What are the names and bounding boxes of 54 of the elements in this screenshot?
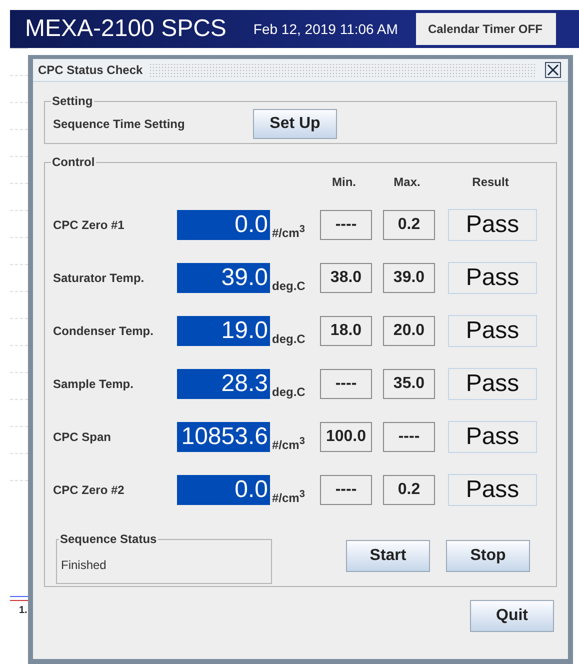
value-display: 0.0	[177, 475, 270, 505]
axis-label: 1.	[19, 605, 28, 616]
result-display: Pass	[448, 315, 537, 347]
value-display: 0.0	[177, 210, 270, 240]
group-legend: Setting	[51, 94, 94, 108]
value-display: 19.0	[177, 316, 270, 346]
column-header: Min.	[331, 175, 357, 189]
parameter-label: CPC Zero #1	[53, 218, 126, 232]
parameter-label: CPC Zero #2	[53, 483, 126, 497]
parameter-label: Sample Temp.	[53, 377, 134, 391]
value-display: 39.0	[177, 263, 270, 293]
unit-label: deg.C	[271, 332, 306, 346]
close-icon[interactable]	[545, 62, 561, 78]
unit-label: deg.C	[271, 385, 306, 399]
min-value: 18.0	[320, 316, 372, 346]
min-value: 100.0	[320, 422, 372, 452]
dialog-title: CPC Status Check	[38, 63, 143, 77]
unit-label: deg.C	[271, 279, 306, 293]
max-value: 20.0	[383, 316, 435, 346]
result-display: Pass	[448, 368, 537, 400]
start-button[interactable]: Start	[346, 540, 430, 572]
unit-label: #/cm$^{3}$	[271, 489, 306, 505]
result-display: Pass	[448, 421, 537, 453]
min-value: ----	[320, 210, 372, 240]
max-value: 0.2	[383, 210, 435, 240]
unit-label: #/cm$^{3}$	[271, 436, 306, 452]
stop-button[interactable]: Stop	[446, 540, 530, 572]
value-display: 28.3	[177, 369, 270, 399]
status-text: Finished	[61, 558, 108, 572]
min-value: ----	[320, 475, 372, 505]
quit-button[interactable]: Quit	[470, 600, 554, 632]
max-value: 35.0	[383, 369, 435, 399]
parameter-label: Saturator Temp.	[53, 271, 146, 285]
parameter-label: Condenser Temp.	[53, 324, 154, 338]
result-display: Pass	[448, 209, 537, 241]
value-display: 10853.6	[177, 422, 270, 452]
parameter-label: CPC Span	[53, 430, 112, 444]
setting-label: Sequence Time Setting	[53, 117, 186, 131]
date-time: Feb 12, 2019 11:06 AM	[253, 21, 398, 37]
app-title: MEXA-2100 SPCS	[25, 15, 226, 43]
column-header: Max.	[392, 175, 422, 189]
result-display: Pass	[448, 262, 537, 294]
group-legend: Sequence Status	[59, 532, 158, 546]
group-legend: Control	[51, 155, 96, 169]
column-header: Result	[471, 175, 510, 189]
max-value: 0.2	[383, 475, 435, 505]
set-up-button[interactable]: Set Up	[253, 109, 337, 139]
result-display: Pass	[448, 474, 537, 506]
unit-label: #/cm$^{3}$	[271, 224, 306, 240]
max-value: 39.0	[383, 263, 435, 293]
min-value: 38.0	[320, 263, 372, 293]
calendar-timer-button[interactable]: Calendar Timer OFF	[416, 13, 556, 45]
max-value: ----	[383, 422, 435, 452]
min-value: ----	[320, 369, 372, 399]
